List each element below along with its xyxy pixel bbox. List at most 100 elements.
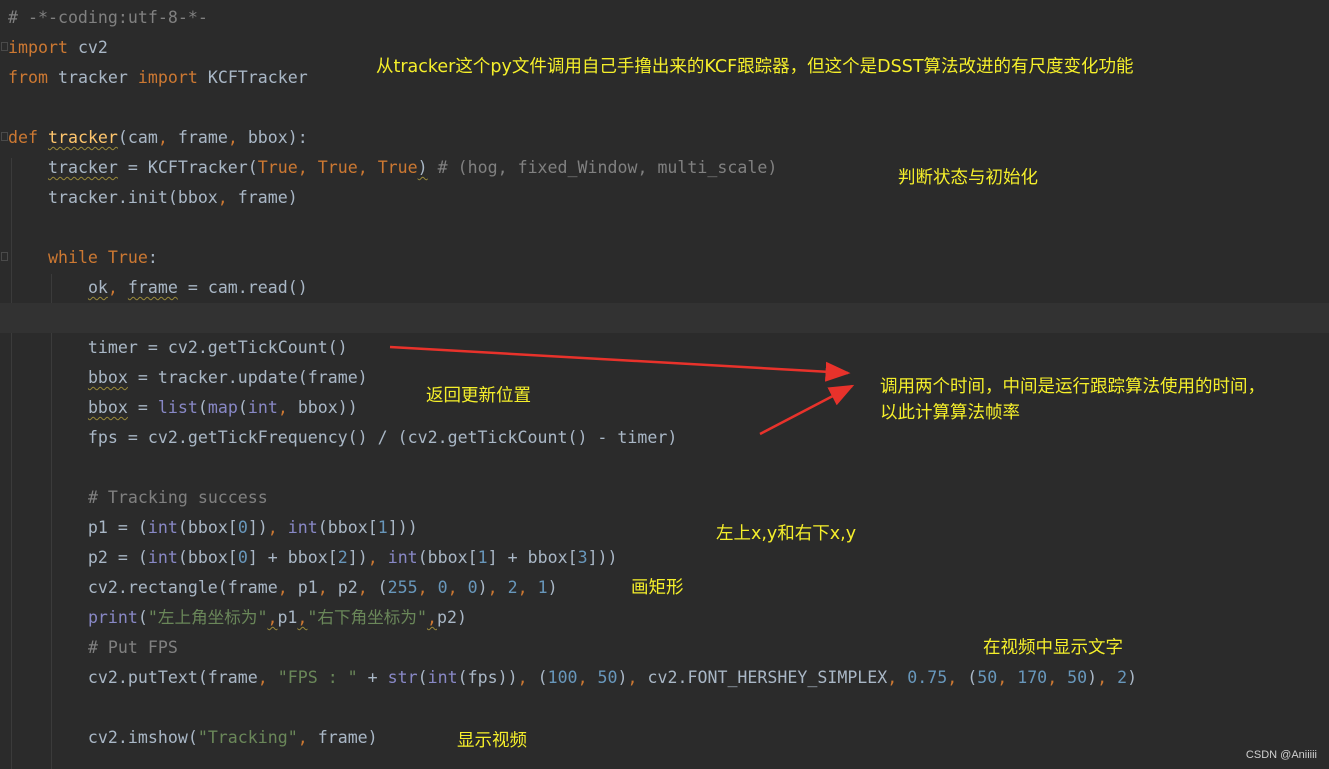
code-line[interactable] bbox=[0, 453, 1329, 483]
code-token: cv2.FONT_HERSHEY_SIMPLEX bbox=[647, 668, 888, 687]
code-line[interactable] bbox=[0, 213, 1329, 243]
code-token: 255 bbox=[387, 578, 418, 597]
code-token: int bbox=[427, 668, 458, 687]
code-line[interactable]: cv2.imshow("Tracking", frame) bbox=[0, 723, 1329, 753]
code-line[interactable]: tracker.init(bbox, frame) bbox=[0, 183, 1329, 213]
code-token: , bbox=[227, 128, 248, 147]
code-line[interactable]: # -*-coding:utf-8-*- bbox=[0, 3, 1329, 33]
code-token: def bbox=[8, 128, 38, 147]
code-line[interactable]: # Put FPS bbox=[0, 633, 1329, 663]
code-token: "FPS : " bbox=[277, 668, 358, 687]
code-token: (bbox[ bbox=[317, 518, 378, 537]
code-line[interactable]: # Tracking success bbox=[0, 483, 1329, 513]
code-token: ])) bbox=[587, 548, 618, 567]
code-line[interactable] bbox=[0, 693, 1329, 723]
code-token: (bbox[ bbox=[417, 548, 478, 567]
annotation-imshow: 显示视频 bbox=[457, 731, 527, 751]
code-line[interactable]: p2 = (int(bbox[0] + bbox[2]), int(bbox[1… bbox=[0, 543, 1329, 573]
code-token: ) bbox=[617, 668, 628, 687]
code-token: int bbox=[147, 518, 178, 537]
code-token: (cam bbox=[117, 128, 158, 147]
code-token: str bbox=[387, 668, 418, 687]
code-line[interactable]: cv2.putText(frame, "FPS : " + str(int(fp… bbox=[0, 663, 1329, 693]
code-token: p2) bbox=[436, 608, 467, 627]
code-token: ( bbox=[967, 668, 978, 687]
code-token: from bbox=[8, 68, 48, 87]
code-token: 2 bbox=[337, 548, 348, 567]
code-token: = KCFTracker( bbox=[117, 158, 258, 177]
code-line[interactable]: print("左上角坐标为",p1,"右下角坐标为",p2) bbox=[0, 603, 1329, 633]
code-token: , bbox=[997, 668, 1018, 687]
code-token: 50 bbox=[597, 668, 618, 687]
code-token: p2 = ( bbox=[8, 548, 148, 567]
code-token: ]) bbox=[347, 548, 368, 567]
code-token: map bbox=[207, 398, 238, 417]
code-token: "Tracking" bbox=[197, 728, 298, 747]
code-token: cv2.imshow( bbox=[8, 728, 198, 747]
code-token: 0.75 bbox=[907, 668, 948, 687]
code-token: p1 = ( bbox=[8, 518, 148, 537]
code-token: , bbox=[267, 518, 288, 537]
code-token: 1 bbox=[537, 578, 548, 597]
code-line[interactable] bbox=[0, 93, 1329, 123]
code-token: , bbox=[577, 668, 598, 687]
code-token: ) bbox=[417, 158, 428, 177]
code-token: + bbox=[357, 668, 388, 687]
code-token: ] + bbox[ bbox=[487, 548, 578, 567]
code-token: "左上角坐标为" bbox=[147, 608, 268, 627]
code-token: 170 bbox=[1017, 668, 1048, 687]
code-token: , bbox=[157, 128, 178, 147]
code-line[interactable] bbox=[0, 303, 1329, 333]
code-token: tracker bbox=[47, 158, 118, 177]
code-token: p2 bbox=[337, 578, 358, 597]
code-line[interactable]: p1 = (int(bbox[0]), int(bbox[1])) bbox=[0, 513, 1329, 543]
code-token: cv2.putText(frame bbox=[8, 668, 258, 687]
code-token: # (hog, fixed_Window, multi_scale) bbox=[437, 158, 778, 177]
code-token: , bbox=[297, 158, 318, 177]
code-line[interactable]: fps = cv2.getTickFrequency() / (cv2.getT… bbox=[0, 423, 1329, 453]
code-line[interactable]: timer = cv2.getTickCount() bbox=[0, 333, 1329, 363]
code-token: import bbox=[8, 38, 68, 57]
code-token: , bbox=[887, 668, 908, 687]
code-token: ( bbox=[197, 398, 208, 417]
code-token: import bbox=[137, 68, 198, 87]
code-token: int bbox=[247, 398, 278, 417]
code-token: , bbox=[297, 728, 318, 747]
code-token: fps = cv2.getTickFrequency() / (cv2.getT… bbox=[8, 428, 678, 447]
code-token: # Put FPS bbox=[87, 638, 178, 657]
code-token: 2 bbox=[1117, 668, 1128, 687]
code-line[interactable]: def tracker(cam, frame, bbox): bbox=[0, 123, 1329, 153]
code-token: ] + bbox[ bbox=[247, 548, 338, 567]
code-token: # Tracking success bbox=[87, 488, 268, 507]
code-token: , bbox=[1097, 668, 1118, 687]
code-token: 0 bbox=[237, 518, 248, 537]
code-line[interactable]: tracker = KCFTracker(True, True, True) #… bbox=[0, 153, 1329, 183]
code-token: , bbox=[367, 548, 388, 567]
code-token: list bbox=[157, 398, 198, 417]
code-token: ) bbox=[547, 578, 558, 597]
code-token: (bbox[ bbox=[177, 548, 238, 567]
code-token: , bbox=[447, 578, 468, 597]
code-token: 1 bbox=[477, 548, 488, 567]
code-token: True bbox=[377, 158, 418, 177]
code-token: , bbox=[517, 578, 538, 597]
code-token: frame bbox=[177, 128, 228, 147]
code-line[interactable]: ok, frame = cam.read() bbox=[0, 273, 1329, 303]
code-token: frame) bbox=[317, 728, 378, 747]
code-token: (bbox[ bbox=[177, 518, 238, 537]
code-token: cv2 bbox=[67, 38, 108, 57]
code-token: = bbox=[127, 398, 158, 417]
code-token: 100 bbox=[547, 668, 578, 687]
code-token: tracker.init(bbox bbox=[8, 188, 218, 207]
code-token: ( bbox=[537, 668, 548, 687]
code-line[interactable]: while True: bbox=[0, 243, 1329, 273]
code-token: frame) bbox=[237, 188, 298, 207]
code-token: int bbox=[387, 548, 418, 567]
